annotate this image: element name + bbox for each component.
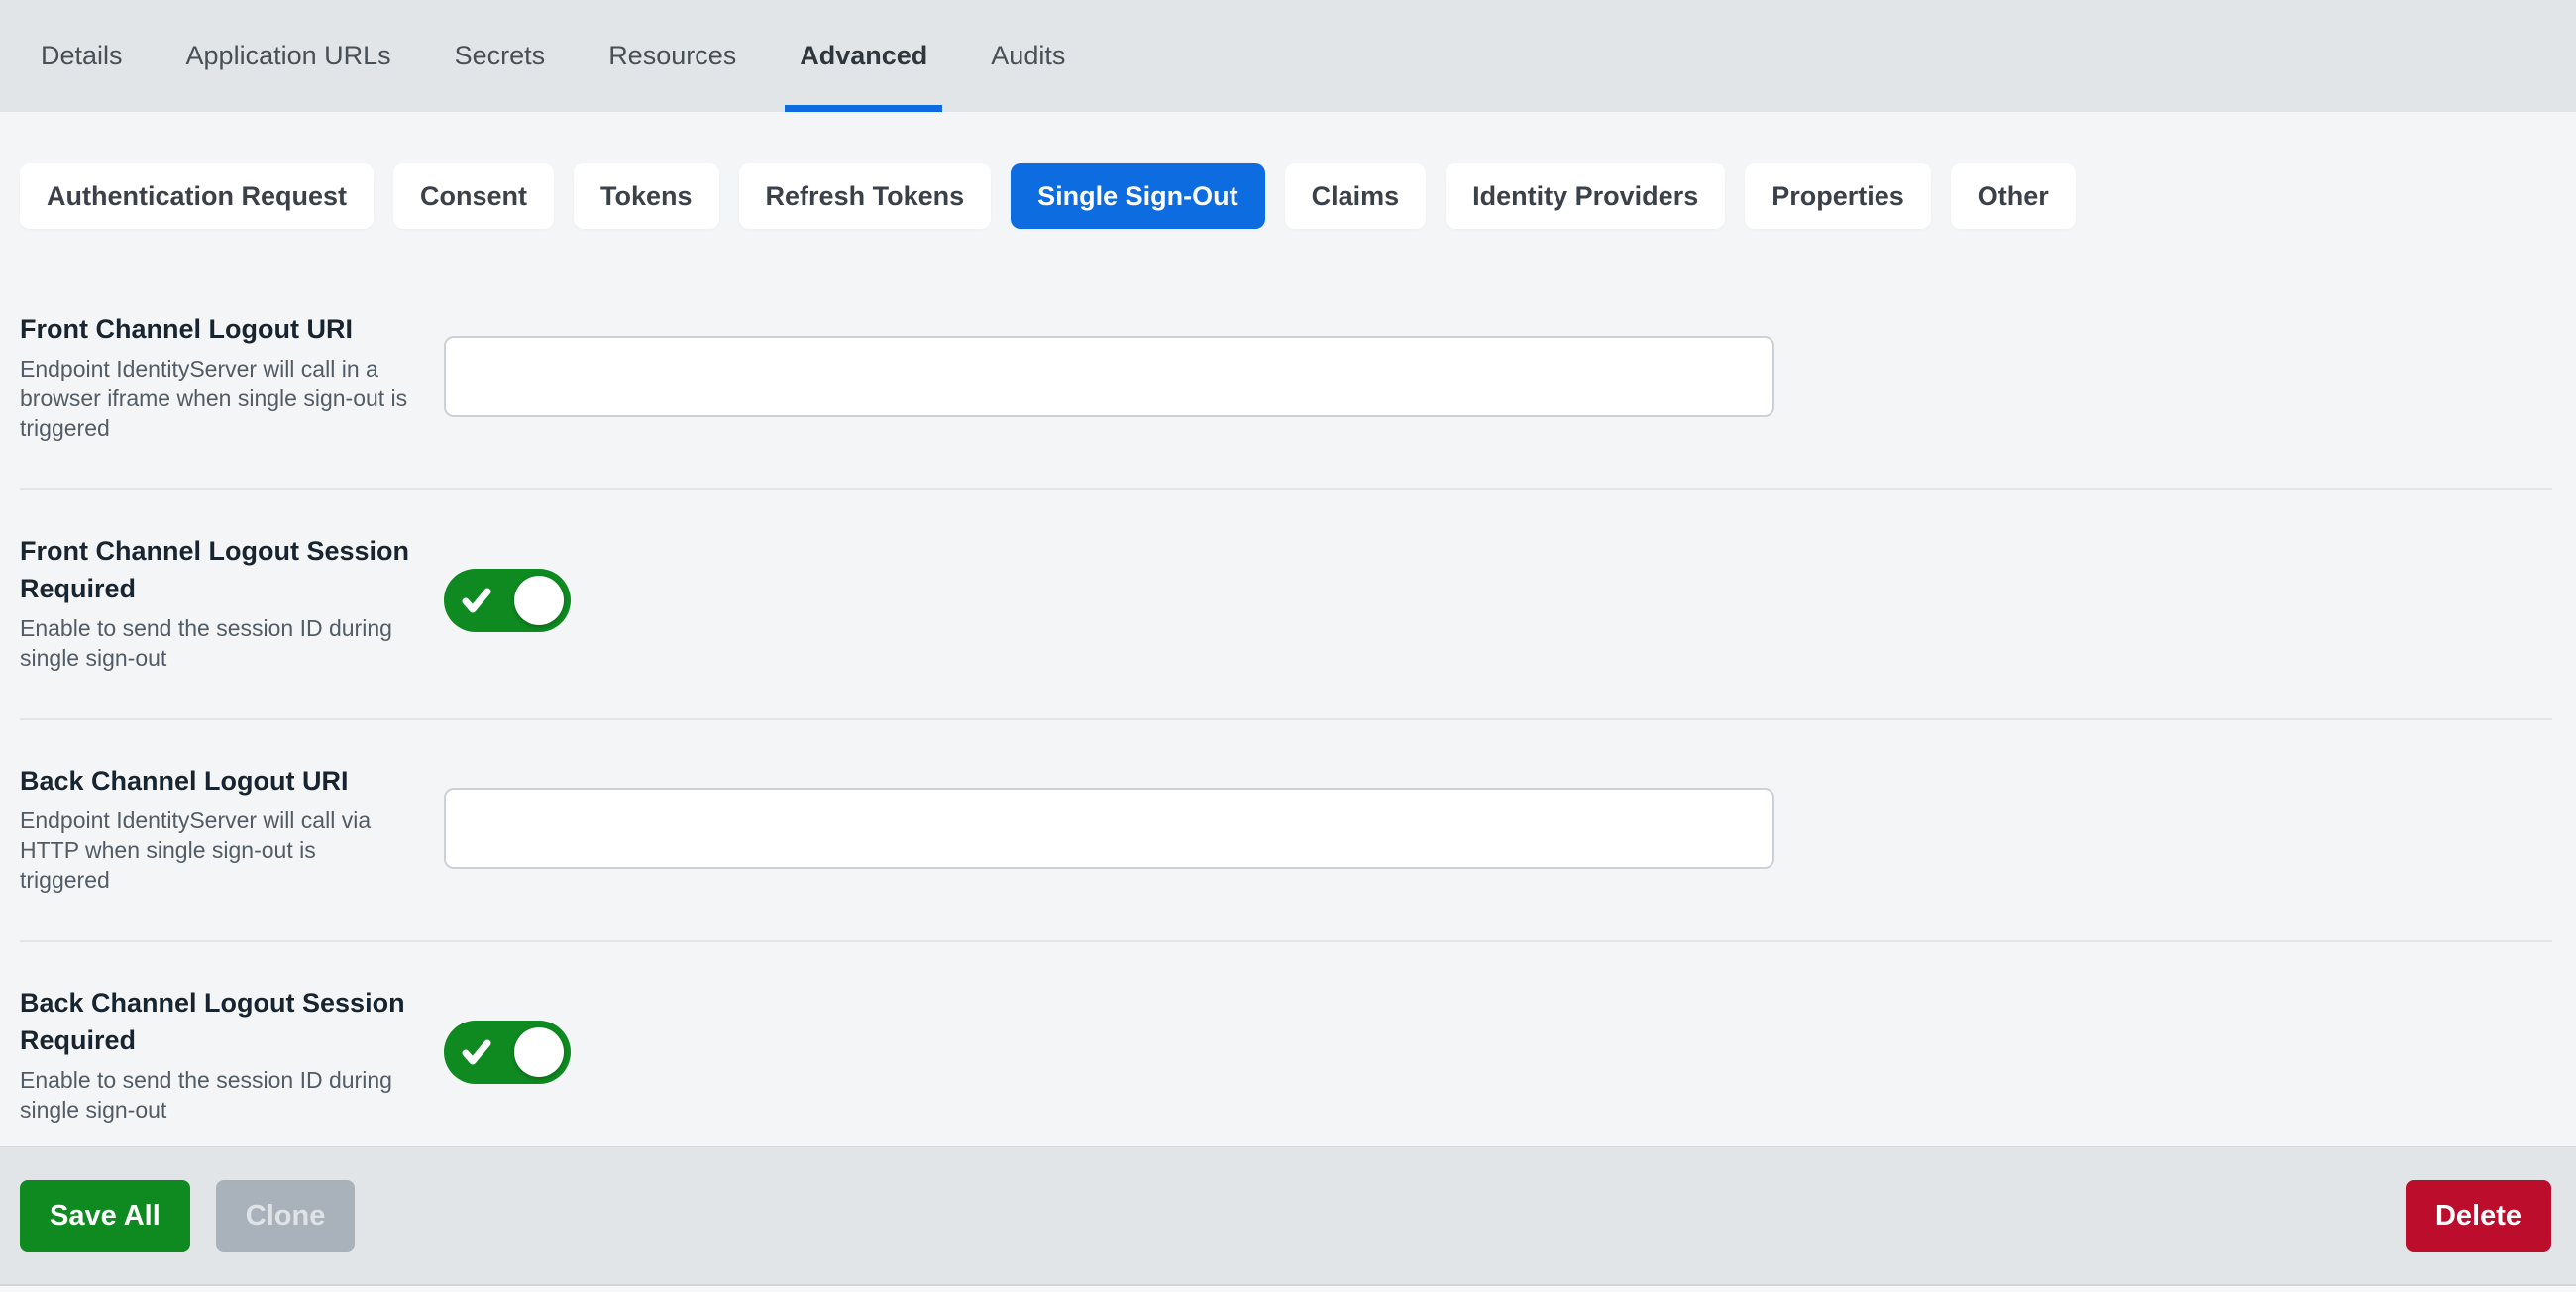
field-description: Enable to send the session ID during sin… [20,615,392,671]
front-channel-logout-uri-input[interactable] [444,336,1774,417]
subtab-single-sign-out[interactable]: Single Sign-Out [1011,163,1265,229]
toggle-knob [514,575,564,625]
tab-resources[interactable]: Resources [593,0,751,112]
field-label-block: Front Channel Logout URI Endpoint Identi… [20,310,416,443]
tab-audits[interactable]: Audits [976,0,1080,112]
page-bottom-strip [0,1284,2576,1292]
field-label: Back Channel Logout Session Required [20,988,405,1055]
subtab-authentication-request[interactable]: Authentication Request [20,163,375,229]
back-channel-logout-session-required-toggle[interactable] [444,1020,571,1084]
field-control-block [416,788,2552,869]
field-label: Back Channel Logout URI [20,766,349,796]
subtab-tokens[interactable]: Tokens [574,163,719,229]
field-label-block: Front Channel Logout Session Required En… [20,532,416,673]
advanced-tab-content: Authentication Request Consent Tokens Re… [0,112,2576,1146]
main-tab-bar: Details Application URLs Secrets Resourc… [0,0,2576,112]
field-label: Front Channel Logout Session Required [20,536,409,603]
field-label-block: Back Channel Logout Session Required Ena… [20,984,416,1125]
save-all-button[interactable]: Save All [20,1179,190,1252]
field-description: Enable to send the session ID during sin… [20,1067,392,1123]
subtab-identity-providers[interactable]: Identity Providers [1446,163,1726,229]
check-icon [460,584,493,617]
form-row-front-channel-logout-session-required: Front Channel Logout Session Required En… [20,490,2552,720]
subtab-refresh-tokens[interactable]: Refresh Tokens [738,163,992,229]
subtab-properties[interactable]: Properties [1745,163,1931,229]
form-row-back-channel-logout-session-required: Back Channel Logout Session Required Ena… [20,942,2552,1146]
action-bar: Save All Clone Delete [0,1146,2576,1284]
form-row-front-channel-logout-uri: Front Channel Logout URI Endpoint Identi… [20,269,2552,490]
field-label: Front Channel Logout URI [20,314,353,344]
tab-details[interactable]: Details [26,0,138,112]
tab-advanced[interactable]: Advanced [785,0,943,112]
field-label-block: Back Channel Logout URI Endpoint Identit… [20,762,416,895]
subtab-other[interactable]: Other [1950,163,2076,229]
tab-application-urls[interactable]: Application URLs [171,0,406,112]
delete-button[interactable]: Delete [2405,1179,2551,1252]
tab-secrets[interactable]: Secrets [440,0,561,112]
field-control-block [416,568,2552,637]
field-control-block [416,336,2552,417]
form-row-back-channel-logout-uri: Back Channel Logout URI Endpoint Identit… [20,720,2552,942]
field-description: Endpoint IdentityServer will call via HT… [20,808,372,893]
field-description: Endpoint IdentityServer will call in a b… [20,356,408,441]
field-control-block [416,1020,2552,1089]
check-icon [460,1035,493,1069]
subtab-claims[interactable]: Claims [1284,163,1427,229]
front-channel-logout-session-required-toggle[interactable] [444,568,571,632]
clone-button[interactable]: Clone [215,1179,356,1252]
advanced-subtab-bar: Authentication Request Consent Tokens Re… [20,163,2552,229]
toggle-knob [514,1026,564,1077]
back-channel-logout-uri-input[interactable] [444,788,1774,869]
client-advanced-settings-page: Details Application URLs Secrets Resourc… [0,0,2576,1292]
subtab-consent[interactable]: Consent [393,163,555,229]
